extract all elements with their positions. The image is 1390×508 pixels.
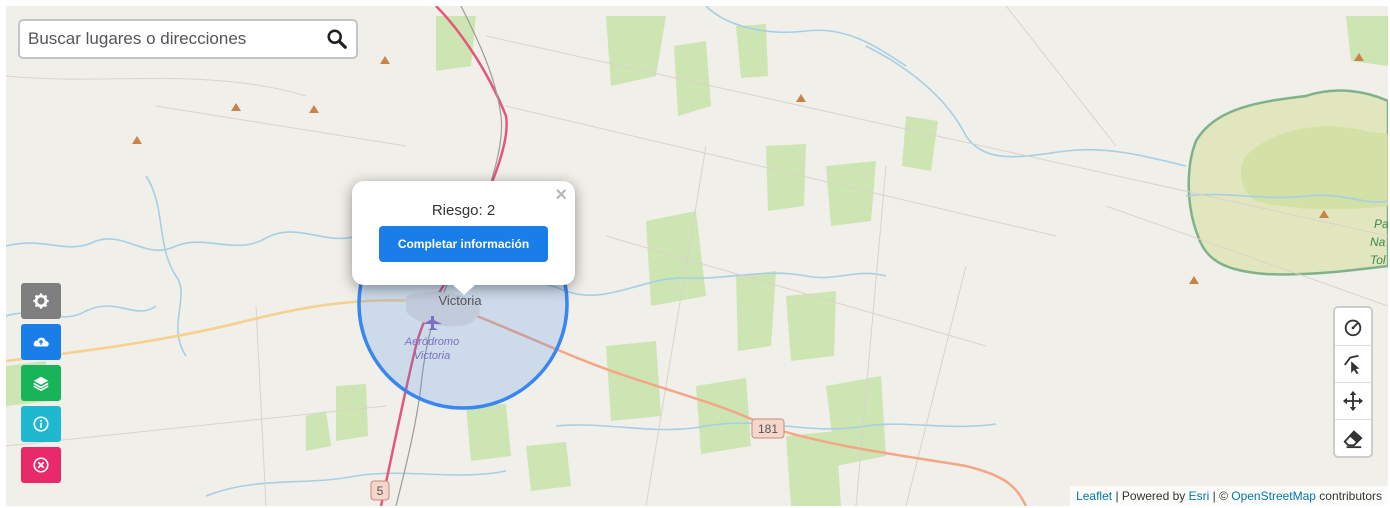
draw-circle-button[interactable] xyxy=(1335,308,1371,346)
settings-button[interactable] xyxy=(21,283,61,319)
road-shield-181: 181 xyxy=(751,418,785,439)
park-label-2: Na xyxy=(1370,235,1386,249)
park-label-1: Pa xyxy=(1374,217,1388,231)
search-icon[interactable] xyxy=(326,28,348,50)
basemap[interactable]: Victoria Aeródromo Victoria 181 5 Pa Na … xyxy=(6,6,1388,506)
gear-icon xyxy=(33,293,49,309)
leaflet-link[interactable]: Leaflet xyxy=(1076,489,1112,503)
esri-link[interactable]: Esri xyxy=(1189,489,1210,503)
risk-popup: × Riesgo: 2 Completar información xyxy=(352,181,575,295)
road-shield-181-label: 181 xyxy=(758,422,778,436)
park-label-3: Tol xyxy=(1370,253,1386,267)
airport-label-line1: Aeródromo xyxy=(404,336,459,348)
road-shield-5: 5 xyxy=(370,480,390,501)
attribution-text-1: | Powered by xyxy=(1112,489,1189,503)
complete-info-button[interactable]: Completar información xyxy=(379,226,548,262)
osm-link[interactable]: OpenStreetMap xyxy=(1231,489,1316,503)
close-circle-icon xyxy=(33,457,49,473)
layers-icon xyxy=(33,376,49,392)
eraser-icon xyxy=(1343,429,1363,448)
popup-tip xyxy=(452,284,476,295)
erase-button[interactable] xyxy=(1335,419,1371,456)
circle-draw-icon xyxy=(1344,319,1362,336)
layers-button[interactable] xyxy=(21,365,61,401)
town-label: Victoria xyxy=(438,293,482,308)
polyline-draw-icon xyxy=(1344,354,1360,374)
close-button[interactable] xyxy=(21,447,61,483)
info-button[interactable] xyxy=(21,406,61,442)
draw-toolbar xyxy=(1333,306,1373,458)
search-input[interactable] xyxy=(20,21,320,57)
attribution-text-3: contributors xyxy=(1315,489,1382,503)
road-shield-5-label: 5 xyxy=(377,484,384,498)
move-button[interactable] xyxy=(1335,382,1371,420)
draw-polyline-button[interactable] xyxy=(1335,345,1371,383)
map-container[interactable]: Victoria Aeródromo Victoria 181 5 Pa Na … xyxy=(6,6,1388,506)
map-attribution: Leaflet | Powered by Esri | © OpenStreet… xyxy=(1070,486,1388,506)
upload-button[interactable] xyxy=(21,324,61,360)
search-box xyxy=(18,19,358,59)
popup-title: Riesgo: 2 xyxy=(431,202,496,219)
airport-label-line2: Victoria xyxy=(414,350,450,362)
move-icon xyxy=(1342,390,1364,411)
cloud-upload-icon xyxy=(33,337,49,347)
info-icon xyxy=(33,416,49,432)
attribution-text-2: | © xyxy=(1209,489,1232,503)
